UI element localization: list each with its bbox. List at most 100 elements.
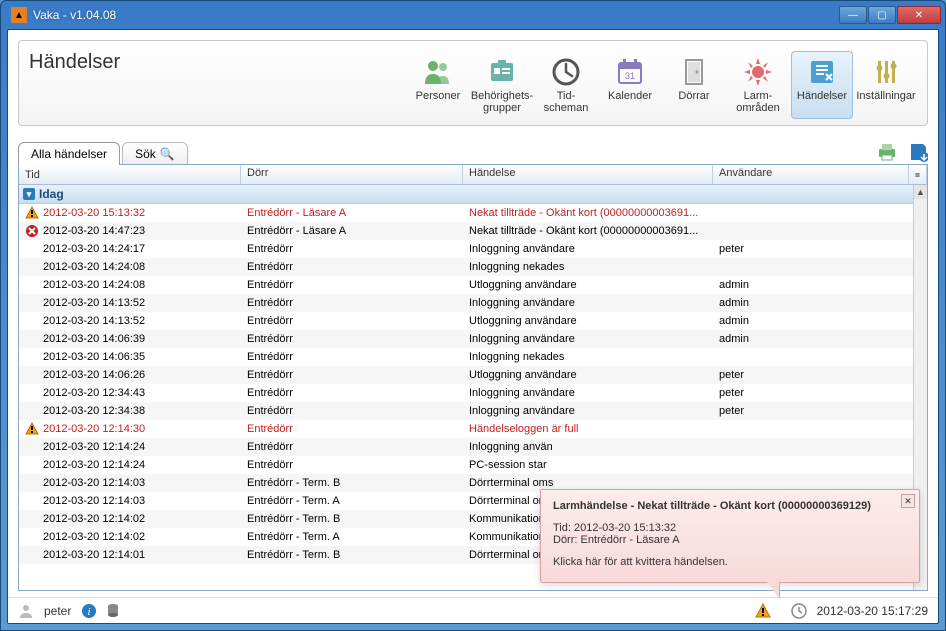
maximize-button[interactable]: ▢	[868, 6, 896, 24]
toolbar-label: Tid-scheman	[544, 90, 589, 114]
table-row[interactable]: 2012-03-20 12:14:24EntrédörrInloggning a…	[19, 438, 913, 456]
cell-dorr: Entrédörr - Term. B	[241, 477, 463, 489]
clock-icon	[791, 603, 807, 619]
col-config-button[interactable]	[909, 165, 927, 184]
icon-slot	[25, 548, 39, 562]
table-row[interactable]: 2012-03-20 14:24:17 EntrédörrInloggning a…	[19, 240, 913, 258]
col-tid[interactable]: Tid	[19, 165, 241, 184]
cell-dorr: Entrédörr - Läsare A	[241, 225, 463, 237]
minimize-button[interactable]: ―	[839, 6, 867, 24]
cell-tid: 2012-03-20 14:24:17	[43, 243, 145, 255]
icon-slot	[25, 314, 39, 328]
cell-handelse: Inloggning nekades	[463, 261, 713, 273]
cell-dorr: Entrédörr	[241, 333, 463, 345]
page-title: Händelser	[29, 51, 407, 74]
icon-slot	[25, 278, 39, 292]
icon-slot	[25, 386, 39, 400]
table-row[interactable]: 2012-03-20 14:13:52EntrédörrInloggning a…	[19, 294, 913, 312]
table-row[interactable]: 2012-03-20 14:24:08EntrédörrUtloggning a…	[19, 276, 913, 294]
print-icon[interactable]	[876, 142, 898, 162]
cell-anvandare: admin	[713, 315, 913, 327]
app-window: ▲ Vaka - v1.04.08 ― ▢ ✕ Händelser Person…	[0, 0, 946, 631]
warn-icon	[25, 206, 39, 220]
info-icon[interactable]: i	[81, 603, 97, 619]
alarm-popup[interactable]: ✕ Larmhändelse - Nekat tillträde - Okänt…	[540, 489, 920, 583]
toolbar-dorrar[interactable]: Dörrar	[663, 51, 725, 119]
warn-icon	[25, 422, 39, 436]
cell-tid: 2012-03-20 12:14:24	[43, 459, 145, 471]
close-button[interactable]: ✕	[897, 6, 941, 24]
status-user: peter	[44, 604, 71, 618]
popup-tail	[767, 582, 779, 598]
icon-slot	[25, 512, 39, 526]
main-toolbar: PersonerBehörighets-grupper Tid-scheman 31…	[407, 51, 917, 119]
table-row[interactable]: 2012-03-20 12:34:43 EntrédörrInloggning a…	[19, 384, 913, 402]
table-row[interactable]: 2012-03-20 12:14:30EntrédörrHändelselogg…	[19, 420, 913, 438]
tabs-row: Alla händelser Sök🔍	[8, 136, 938, 164]
titlebar[interactable]: ▲ Vaka - v1.04.08 ― ▢ ✕	[1, 1, 945, 29]
alarm-title: Larmhändelse - Nekat tillträde - Okänt k…	[553, 500, 907, 512]
cell-dorr: Entrédörr - Term. B	[241, 513, 463, 525]
table-row[interactable]: 2012-03-20 14:06:39EntrédörrInloggning a…	[19, 330, 913, 348]
toolbar-installningar[interactable]: Inställningar	[855, 51, 917, 119]
tab-all-events-label: Alla händelser	[31, 147, 107, 161]
table-row[interactable]: 2012-03-20 15:13:32Entrédörr - Läsare AN…	[19, 204, 913, 222]
cell-tid: 2012-03-20 12:34:43	[43, 387, 145, 399]
cell-dorr: Entrédörr - Term. A	[241, 531, 463, 543]
table-row[interactable]: 2012-03-20 14:06:26EntrédörrUtloggning a…	[19, 366, 913, 384]
col-anvandare[interactable]: Användare	[713, 165, 909, 184]
cell-dorr: Entrédörr	[241, 423, 463, 435]
toolbar-label: Dörrar	[678, 90, 709, 114]
scroll-up-arrow[interactable]: ▲	[914, 185, 927, 199]
alarm-close-button[interactable]: ✕	[901, 494, 915, 508]
status-bar: peter i 2012-03-20 15:17:29	[8, 597, 938, 623]
clock-icon	[550, 56, 582, 88]
cell-handelse: Inloggning användare	[463, 297, 713, 309]
table-row[interactable]: 2012-03-20 14:24:08EntrédörrInloggning n…	[19, 258, 913, 276]
cell-tid: 2012-03-20 14:13:52	[43, 315, 145, 327]
cell-dorr: Entrédörr	[241, 405, 463, 417]
cell-dorr: Entrédörr	[241, 387, 463, 399]
tab-search[interactable]: Sök🔍	[122, 142, 188, 165]
toolbar-handelser[interactable]: Händelser	[791, 51, 853, 119]
export-icon[interactable]	[908, 142, 928, 162]
cell-handelse: Inloggning användare	[463, 387, 713, 399]
table-row[interactable]: 2012-03-20 14:13:52EntrédörrUtloggning a…	[19, 312, 913, 330]
cell-dorr: Entrédörr	[241, 261, 463, 273]
cell-handelse: Inloggning användare	[463, 405, 713, 417]
db-icon[interactable]	[107, 603, 119, 619]
col-handelse[interactable]: Händelse	[463, 165, 713, 184]
col-dorr[interactable]: Dörr	[241, 165, 463, 184]
search-icon: 🔍	[160, 147, 175, 161]
alarm-hint: Klicka här för att kvittera händelsen.	[553, 556, 907, 568]
cell-handelse: Nekat tillträde - Okänt kort (0000000000…	[463, 207, 713, 219]
group-row-today[interactable]: ▾Idag	[19, 185, 913, 204]
cell-tid: 2012-03-20 12:14:01	[43, 549, 145, 561]
toolbar-tidscheman[interactable]: Tid-scheman	[535, 51, 597, 119]
toolbar-personer[interactable]: Personer	[407, 51, 469, 119]
table-row[interactable]: 2012-03-20 14:47:23Entrédörr - Läsare AN…	[19, 222, 913, 240]
client-area: Händelser PersonerBehörighets-grupper Tid…	[7, 29, 939, 624]
cell-anvandare: peter	[713, 243, 913, 255]
tab-all-events[interactable]: Alla händelser	[18, 142, 120, 165]
status-warn-icon[interactable]	[755, 603, 771, 619]
toolbar-larmomraden[interactable]: Larm-områden	[727, 51, 789, 119]
icon-slot	[25, 350, 39, 364]
table-row[interactable]: 2012-03-20 14:06:35EntrédörrInloggning n…	[19, 348, 913, 366]
cell-anvandare: admin	[713, 333, 913, 345]
cell-dorr: Entrédörr - Läsare A	[241, 207, 463, 219]
window-buttons: ― ▢ ✕	[838, 6, 941, 24]
cell-handelse: Inloggning användare	[463, 243, 713, 255]
cell-dorr: Entrédörr	[241, 315, 463, 327]
status-datetime: 2012-03-20 15:17:29	[817, 604, 928, 618]
user-icon	[18, 603, 34, 619]
cell-dorr: Entrédörr	[241, 243, 463, 255]
table-row[interactable]: 2012-03-20 12:14:24EntrédörrPC-session s…	[19, 456, 913, 474]
cell-handelse: Utloggning användare	[463, 369, 713, 381]
calendar-icon: 31	[614, 56, 646, 88]
toolbar-behorighet[interactable]: Behörighets-grupper	[471, 51, 533, 119]
toolbar-kalender[interactable]: 31Kalender	[599, 51, 661, 119]
cell-tid: 2012-03-20 14:24:08	[43, 279, 145, 291]
table-row[interactable]: 2012-03-20 12:34:38EntrédörrInloggning a…	[19, 402, 913, 420]
cell-handelse: Händelseloggen är full	[463, 423, 713, 435]
